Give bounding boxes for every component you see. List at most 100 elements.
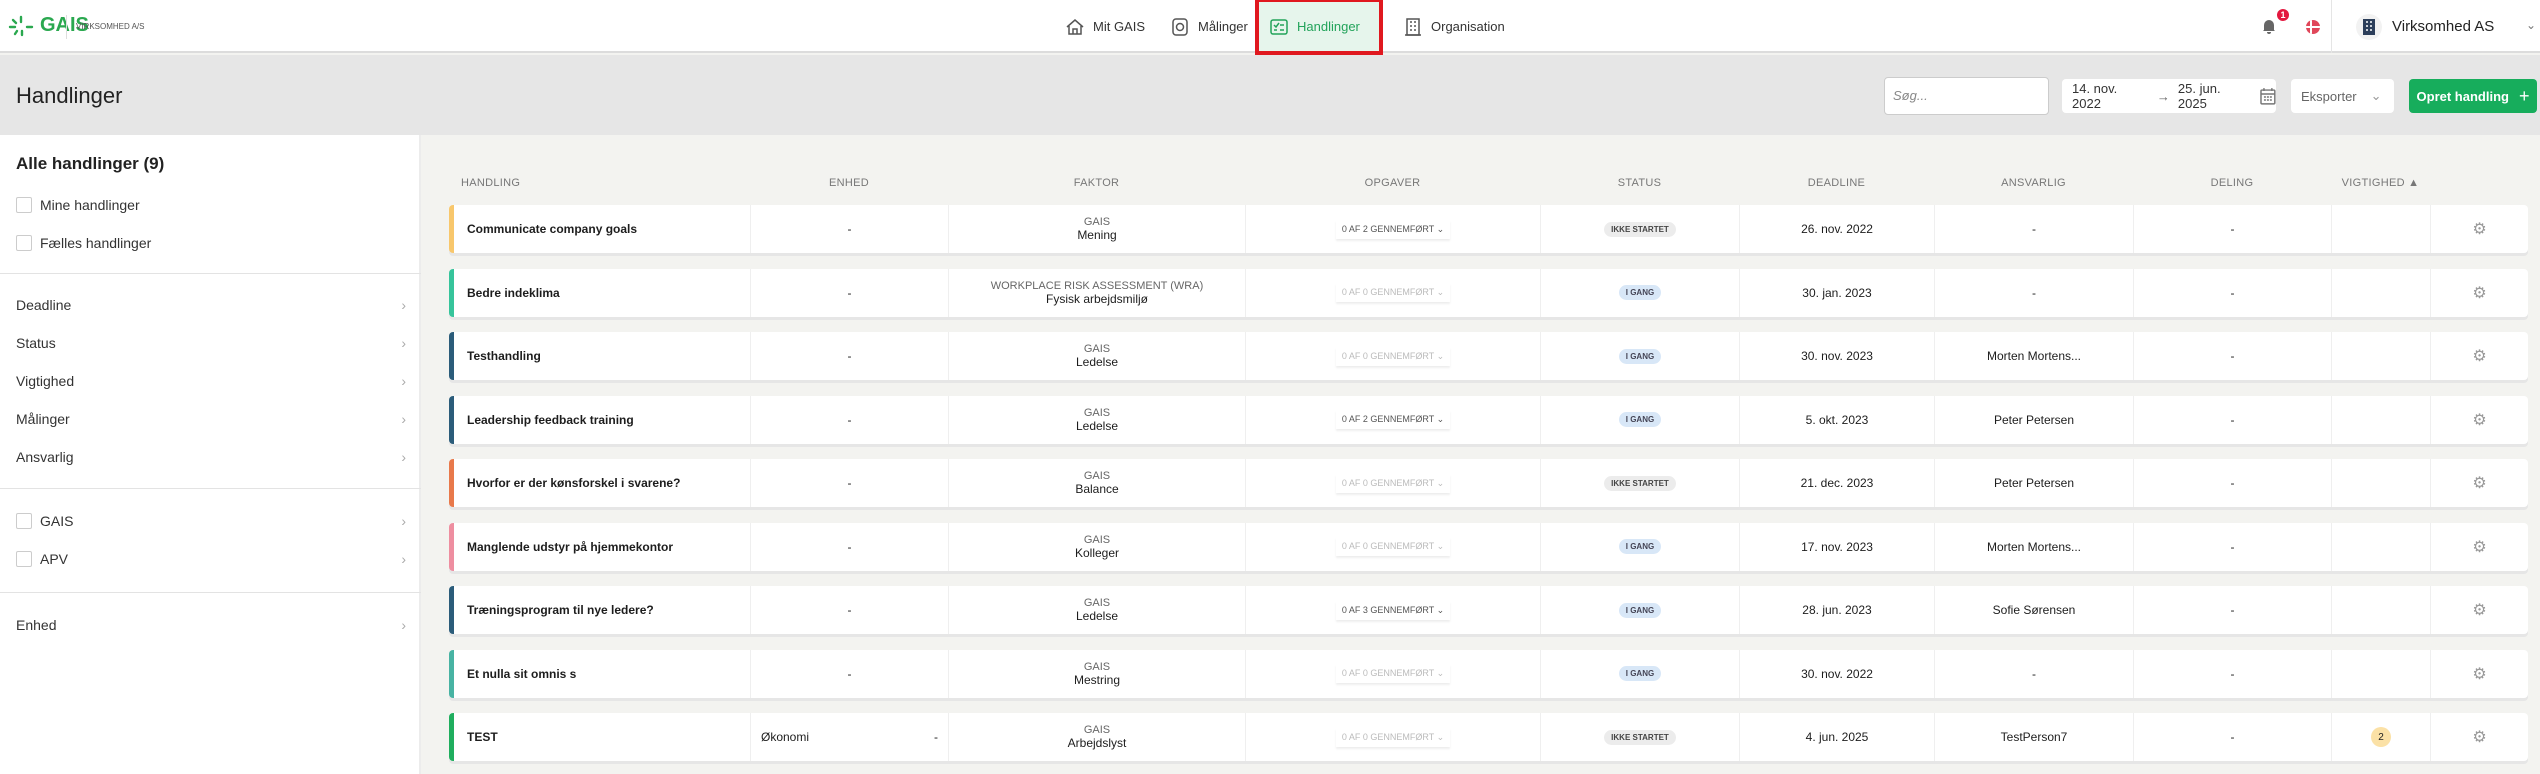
- status-cell: I GANG: [1540, 649, 1739, 698]
- export-label: Eksporter: [2301, 88, 2357, 104]
- column-header-vigtighed[interactable]: VIGTIGHED ▲: [2331, 177, 2430, 189]
- filter-label: Ansvarlig: [16, 449, 74, 465]
- table-row[interactable]: Communicate company goals - GAIS Mening …: [449, 205, 2528, 253]
- unit-cell: -: [750, 586, 948, 634]
- tasks-cell: 0 AF 0 GENNEMFØRT ⌄: [1245, 522, 1540, 571]
- filter-ansvarlig[interactable]: Ansvarlig ›: [16, 449, 406, 465]
- organisation-name[interactable]: Virksomhed AS: [2392, 18, 2494, 35]
- tasks-dropdown[interactable]: 0 AF 0 GENNEMFØRT ⌄: [1336, 347, 1450, 366]
- filter-apv[interactable]: APV ›: [16, 551, 406, 567]
- tasks-dropdown[interactable]: 0 AF 0 GENNEMFØRT ⌄: [1336, 537, 1450, 556]
- nav-malinger[interactable]: Målinger: [1160, 2, 1258, 51]
- column-header-handling[interactable]: HANDLING: [461, 177, 520, 189]
- divider: [2331, 0, 2332, 53]
- divider: [0, 488, 421, 489]
- gear-icon[interactable]: ⚙: [2472, 219, 2486, 239]
- chevron-down-icon[interactable]: ⌄: [2526, 18, 2536, 32]
- unit-value: -: [847, 666, 852, 681]
- home-icon: [1066, 18, 1084, 35]
- column-header-deling[interactable]: DELING: [2133, 177, 2331, 189]
- nav-organisation[interactable]: Organisation: [1393, 2, 1515, 51]
- column-header-ansvarlig[interactable]: ANSVARLIG: [1934, 177, 2133, 189]
- tasks-dropdown[interactable]: 0 AF 2 GENNEMFØRT ⌄: [1336, 410, 1450, 429]
- deadline: 30. nov. 2022: [1739, 649, 1934, 698]
- action-name[interactable]: Bedre indeklima: [449, 269, 750, 317]
- sharing: -: [2133, 459, 2331, 507]
- organisation-avatar[interactable]: [2356, 14, 2382, 40]
- action-name[interactable]: Testhandling: [449, 332, 750, 380]
- search-input[interactable]: Søg...: [1884, 77, 2049, 115]
- filter-gais[interactable]: GAIS ›: [16, 513, 406, 529]
- unit-extra: -: [934, 730, 938, 744]
- gear-icon[interactable]: ⚙: [2472, 473, 2486, 493]
- factor-source: GAIS: [1083, 724, 1111, 736]
- unit-cell: -: [750, 268, 948, 317]
- factor-source: GAIS: [1083, 470, 1111, 482]
- notification-bell-icon[interactable]: [2262, 18, 2276, 34]
- table-row[interactable]: Træningsprogram til nye ledere? - GAIS L…: [449, 586, 2528, 634]
- chevron-right-icon: ›: [401, 373, 406, 389]
- tasks-dropdown[interactable]: 0 AF 0 GENNEMFØRT ⌄: [1336, 283, 1450, 302]
- table-row[interactable]: Et nulla sit omnis s - GAIS Mestring 0 A…: [449, 649, 2528, 698]
- nav-handlinger[interactable]: Handlinger: [1255, 0, 1383, 55]
- column-header-faktor[interactable]: FAKTOR: [948, 177, 1245, 189]
- filter-malinger[interactable]: Målinger ›: [16, 411, 406, 427]
- filter-label: Status: [16, 335, 56, 351]
- nav-mit-gais[interactable]: Mit GAIS: [1055, 2, 1155, 51]
- tasks-dropdown[interactable]: 0 AF 2 GENNEMFØRT ⌄: [1336, 220, 1450, 239]
- gear-icon[interactable]: ⚙: [2472, 537, 2486, 557]
- gear-icon[interactable]: ⚙: [2472, 283, 2486, 303]
- deadline: 4. jun. 2025: [1739, 713, 1934, 761]
- checkbox[interactable]: [16, 235, 32, 251]
- filter-faelles-handlinger[interactable]: Fælles handlinger: [16, 235, 406, 251]
- action-name[interactable]: Communicate company goals: [449, 205, 750, 253]
- checkbox[interactable]: [16, 197, 32, 213]
- action-name[interactable]: Hvorfor er der kønsforskel i svarene?: [449, 459, 750, 507]
- table-row[interactable]: Manglende udstyr på hjemmekontor - GAIS …: [449, 522, 2528, 571]
- tasks-dropdown[interactable]: 0 AF 0 GENNEMFØRT ⌄: [1336, 664, 1450, 683]
- action-name[interactable]: Leadership feedback training: [449, 396, 750, 444]
- filter-mine-handlinger[interactable]: Mine handlinger: [16, 197, 406, 213]
- create-action-button[interactable]: Opret handling +: [2409, 79, 2537, 113]
- tasks-dropdown[interactable]: 0 AF 0 GENNEMFØRT ⌄: [1336, 728, 1450, 747]
- column-header-enhed[interactable]: ENHED: [750, 177, 948, 189]
- filter-deadline[interactable]: Deadline ›: [16, 297, 406, 313]
- gear-icon[interactable]: ⚙: [2472, 664, 2486, 684]
- column-header-opgaver[interactable]: OPGAVER: [1245, 177, 1540, 189]
- checkbox[interactable]: [16, 551, 32, 567]
- gear-icon[interactable]: ⚙: [2472, 410, 2486, 430]
- deadline: 30. nov. 2023: [1739, 332, 1934, 380]
- tasks-dropdown[interactable]: 0 AF 3 GENNEMFØRT ⌄: [1336, 601, 1450, 620]
- filter-enhed[interactable]: Enhed ›: [16, 617, 406, 633]
- export-dropdown[interactable]: Eksporter ⌄: [2291, 79, 2394, 113]
- filter-status[interactable]: Status ›: [16, 335, 406, 351]
- logo-burst-icon: [8, 15, 34, 36]
- table-row[interactable]: Hvorfor er der kønsforskel i svarene? - …: [449, 459, 2528, 507]
- date-range-picker[interactable]: 14. nov. 2022 → 25. jun. 2025: [2062, 79, 2276, 113]
- filter-label: GAIS: [40, 513, 74, 529]
- column-header-status[interactable]: STATUS: [1540, 177, 1739, 189]
- factor-name: Mening: [1077, 228, 1117, 242]
- gear-icon[interactable]: ⚙: [2472, 727, 2486, 747]
- checkbox[interactable]: [16, 513, 32, 529]
- priority-cell: 2: [2331, 713, 2430, 761]
- status-cell: I GANG: [1540, 522, 1739, 571]
- gear-icon[interactable]: ⚙: [2472, 346, 2486, 366]
- danish-flag-icon[interactable]: [2306, 20, 2320, 34]
- status-badge: I GANG: [1618, 412, 1662, 427]
- tasks-dropdown[interactable]: 0 AF 0 GENNEMFØRT ⌄: [1336, 474, 1450, 493]
- action-name[interactable]: Et nulla sit omnis s: [449, 650, 750, 698]
- factor-name: Mestring: [1073, 672, 1120, 687]
- filter-vigtighed[interactable]: Vigtighed ›: [16, 373, 406, 389]
- column-header-deadline[interactable]: DEADLINE: [1739, 177, 1934, 189]
- action-name[interactable]: Manglende udstyr på hjemmekontor: [449, 523, 750, 571]
- gear-icon[interactable]: ⚙: [2472, 600, 2486, 620]
- table-row[interactable]: TEST Økonomi - GAIS Arbejdslyst 0 AF 0 GE…: [449, 713, 2528, 761]
- action-name[interactable]: TEST: [449, 713, 750, 761]
- filter-label: Deadline: [16, 297, 72, 313]
- action-name[interactable]: Træningsprogram til nye ledere?: [449, 586, 750, 634]
- status-badge: IKKE STARTET: [1604, 729, 1676, 745]
- table-row[interactable]: Leadership feedback training - GAIS Lede…: [449, 395, 2528, 444]
- table-row[interactable]: Bedre indeklima - WORKPLACE RISK ASSESSM…: [449, 268, 2528, 317]
- table-row[interactable]: Testhandling - GAIS Ledelse 0 AF 0 GENNE…: [449, 332, 2528, 380]
